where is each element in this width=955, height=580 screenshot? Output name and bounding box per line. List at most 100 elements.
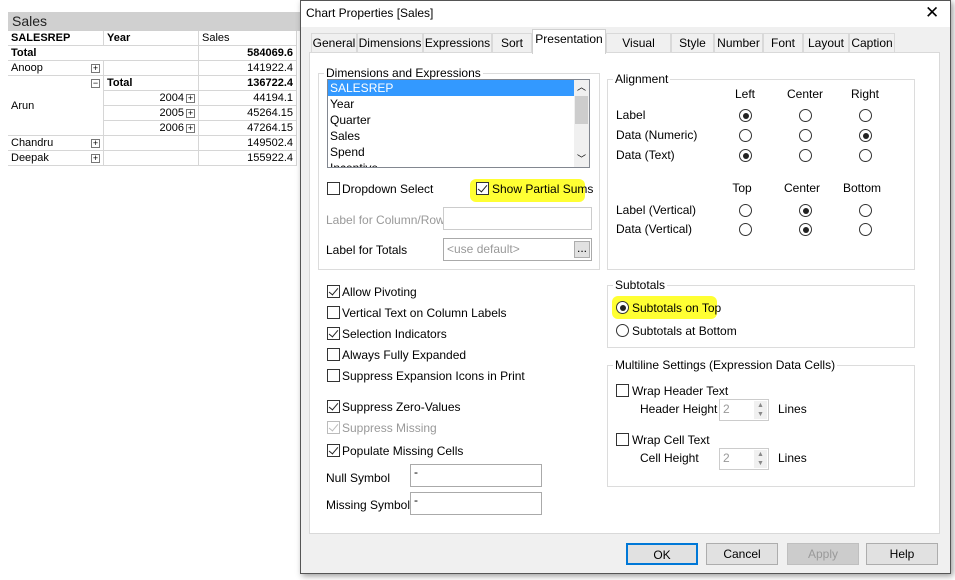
cell-height-label: Cell Height bbox=[640, 451, 699, 465]
alignment-radio[interactable] bbox=[799, 204, 812, 217]
chevron-down-icon[interactable]: ﹀ bbox=[577, 152, 586, 165]
alignment-radio[interactable] bbox=[739, 204, 752, 217]
show-partial-sums-label: Show Partial Sums bbox=[492, 182, 594, 196]
column-header[interactable]: SALESREP bbox=[8, 31, 104, 46]
expand-icon[interactable]: + bbox=[186, 124, 195, 133]
table-cell-sales: 47264.15 bbox=[199, 121, 297, 136]
alignment-radio[interactable] bbox=[859, 129, 872, 142]
list-item[interactable]: Year bbox=[328, 96, 575, 112]
option-checkbox[interactable] bbox=[327, 444, 340, 457]
tab-visual-cues[interactable]: Visual Cues bbox=[606, 33, 671, 68]
subtotals-on-top-radio[interactable] bbox=[616, 301, 629, 314]
wrap-cell-label: Wrap Cell Text bbox=[632, 433, 710, 447]
alignment-row-label: Data (Numeric) bbox=[616, 128, 698, 142]
spinner-arrows-icon[interactable]: ▲ ▼ bbox=[754, 401, 767, 419]
expand-icon[interactable]: + bbox=[91, 139, 100, 148]
table-cell-sales: 44194.1 bbox=[199, 91, 297, 106]
option-label: Suppress Expansion Icons in Print bbox=[342, 369, 525, 383]
expand-icon[interactable]: + bbox=[186, 109, 195, 118]
header-height-label: Header Height bbox=[640, 402, 718, 416]
scrollbar-thumb[interactable] bbox=[575, 96, 588, 124]
dropdown-select-checkbox[interactable] bbox=[327, 182, 340, 195]
table-cell-sales: 141922.4 bbox=[199, 61, 297, 76]
option-label: Populate Missing Cells bbox=[342, 444, 464, 458]
alignment-radio[interactable] bbox=[859, 204, 872, 217]
dimensions-group-label: Dimensions and Expressions bbox=[324, 66, 483, 80]
dimensions-listbox[interactable]: SALESREP Year Quarter Sales Spend Incentive ︿… bbox=[327, 79, 590, 168]
subtotals-group-label: Subtotals bbox=[613, 278, 668, 292]
chevron-up-icon[interactable]: ︿ bbox=[577, 80, 586, 93]
alignment-column-header: Right bbox=[850, 87, 880, 101]
tab-number[interactable]: Number bbox=[714, 33, 763, 53]
subtotals-at-bottom-radio[interactable] bbox=[616, 324, 629, 337]
table-cell-sales: 155922.4 bbox=[199, 151, 297, 166]
option-checkbox[interactable] bbox=[327, 327, 340, 340]
tab-sort[interactable]: Sort bbox=[492, 33, 532, 53]
tab-expressions[interactable]: Expressions bbox=[423, 33, 492, 53]
alignment-radio[interactable] bbox=[739, 109, 752, 122]
table-cell-year bbox=[104, 151, 199, 166]
pivot-title: Sales bbox=[8, 12, 300, 31]
alignment-radio[interactable] bbox=[739, 223, 752, 236]
option-checkbox[interactable] bbox=[327, 369, 340, 382]
alignment-radio[interactable] bbox=[859, 149, 872, 162]
alignment-radio[interactable] bbox=[739, 129, 752, 142]
option-checkbox[interactable] bbox=[327, 421, 340, 434]
table-cell-sales: 45264.15 bbox=[199, 106, 297, 121]
column-header[interactable]: Year bbox=[104, 31, 199, 46]
list-item[interactable]: Quarter bbox=[328, 112, 575, 128]
subtotals-at-bottom-label: Subtotals at Bottom bbox=[632, 324, 737, 338]
alignment-radio[interactable] bbox=[799, 129, 812, 142]
option-label: Suppress Missing bbox=[342, 421, 437, 435]
lines-label: Lines bbox=[778, 402, 807, 416]
apply-button[interactable]: Apply bbox=[787, 543, 859, 565]
alignment-radio[interactable] bbox=[739, 149, 752, 162]
show-partial-sums-checkbox[interactable] bbox=[476, 182, 489, 195]
alignment-radio[interactable] bbox=[799, 149, 812, 162]
alignment-column-header: Top bbox=[732, 181, 752, 195]
null-symbol-input[interactable]: - bbox=[410, 464, 542, 487]
close-icon[interactable]: ✕ bbox=[925, 3, 939, 23]
tab-layout[interactable]: Layout bbox=[803, 33, 849, 53]
subtotals-on-top-label: Subtotals on Top bbox=[632, 301, 722, 315]
option-checkbox[interactable] bbox=[327, 348, 340, 361]
tab-dimensions[interactable]: Dimensions bbox=[357, 33, 423, 53]
missing-symbol-input[interactable]: - bbox=[410, 492, 542, 515]
table-cell-sales: 136722.4 bbox=[199, 76, 297, 91]
spinner-arrows-icon[interactable]: ▲ ▼ bbox=[754, 450, 767, 468]
scrollbar[interactable]: ︿ ﹀ bbox=[574, 80, 589, 167]
wrap-header-checkbox[interactable] bbox=[616, 384, 629, 397]
label-totals-input[interactable]: <use default> bbox=[443, 238, 592, 261]
expand-icon[interactable]: + bbox=[91, 64, 100, 73]
lines-label: Lines bbox=[778, 451, 807, 465]
alignment-radio[interactable] bbox=[799, 223, 812, 236]
alignment-column-header: Center bbox=[783, 181, 821, 195]
tab-style[interactable]: Style bbox=[671, 33, 714, 53]
list-item[interactable]: Spend bbox=[328, 144, 575, 160]
ok-button[interactable]: OK bbox=[626, 543, 698, 565]
tab-caption[interactable]: Caption bbox=[849, 33, 895, 53]
wrap-cell-checkbox[interactable] bbox=[616, 433, 629, 446]
column-header[interactable]: Sales bbox=[199, 31, 297, 46]
browse-button[interactable]: ... bbox=[574, 241, 590, 258]
alignment-radio[interactable] bbox=[799, 109, 812, 122]
tab-font[interactable]: Font bbox=[763, 33, 803, 53]
alignment-radio[interactable] bbox=[859, 109, 872, 122]
option-checkbox[interactable] bbox=[327, 400, 340, 413]
tab-presentation[interactable]: Presentation bbox=[532, 29, 606, 54]
alignment-radio[interactable] bbox=[859, 223, 872, 236]
cancel-button[interactable]: Cancel bbox=[706, 543, 778, 565]
tab-general[interactable]: General bbox=[311, 33, 357, 53]
collapse-icon[interactable]: − bbox=[91, 79, 100, 88]
option-checkbox[interactable] bbox=[327, 306, 340, 319]
expand-icon[interactable]: + bbox=[91, 154, 100, 163]
option-checkbox[interactable] bbox=[327, 285, 340, 298]
alignment-column-header: Center bbox=[786, 87, 824, 101]
help-button[interactable]: Help bbox=[866, 543, 938, 565]
alignment-row-label: Data (Text) bbox=[616, 148, 675, 162]
list-item[interactable]: Incentive bbox=[328, 160, 575, 167]
expand-icon[interactable]: + bbox=[186, 94, 195, 103]
list-item[interactable]: Sales bbox=[328, 128, 575, 144]
label-column-row-input[interactable] bbox=[443, 207, 592, 230]
list-item[interactable]: SALESREP bbox=[328, 80, 575, 96]
